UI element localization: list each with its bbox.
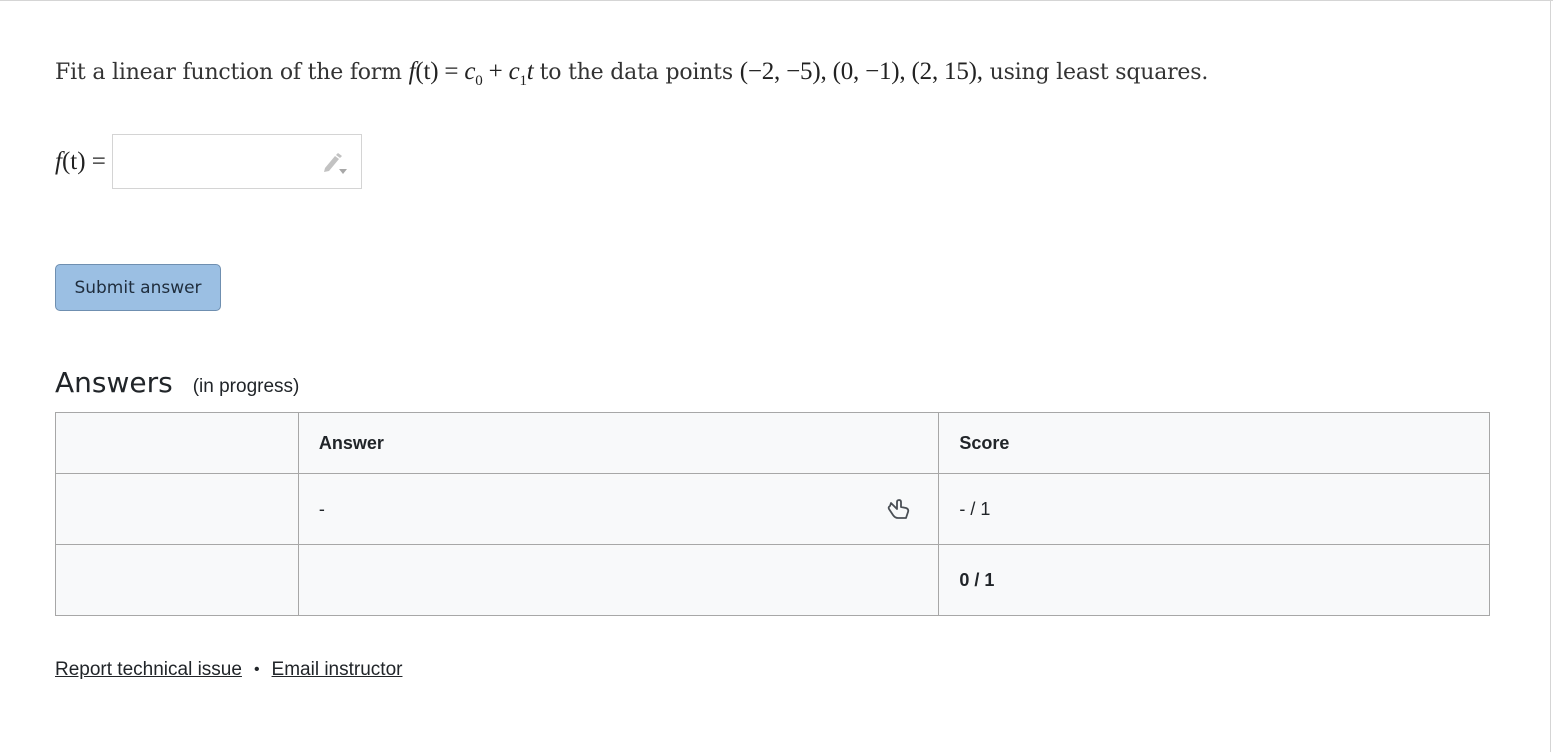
table-cell-total-score: 0 / 1 bbox=[938, 544, 1490, 616]
answers-title: Answers bbox=[55, 366, 173, 399]
formula-c1-t: t bbox=[526, 58, 534, 85]
frame-top-border bbox=[0, 0, 1553, 1]
table-header-blank bbox=[55, 412, 299, 474]
frame-right-border bbox=[1550, 0, 1551, 752]
report-technical-issue-link[interactable]: Report technical issue bbox=[55, 659, 242, 681]
table-cell-blank bbox=[55, 473, 299, 545]
question-middle: to the data points bbox=[539, 60, 734, 85]
answer-row: f(t) = bbox=[55, 134, 362, 189]
footer: Report technical issue • Email instructo… bbox=[55, 659, 402, 681]
footer-separator: • bbox=[253, 661, 260, 678]
hand-pointer-icon[interactable] bbox=[886, 496, 912, 522]
table-cell-blank bbox=[55, 544, 299, 616]
answers-table: Answer Score - - / 1 0 / 1 bbox=[55, 412, 1490, 616]
answer-label: f(t) = bbox=[55, 148, 106, 176]
answer-input[interactable] bbox=[111, 134, 362, 189]
table-header-answer: Answer bbox=[297, 412, 940, 474]
question-formula: f(t) = c0 + c1t bbox=[409, 58, 540, 89]
pencil-dropdown-icon[interactable] bbox=[321, 150, 349, 176]
answers-heading: Answers (in progress) bbox=[55, 366, 299, 399]
formula-eq: = bbox=[438, 58, 465, 85]
email-instructor-link[interactable]: Email instructor bbox=[272, 659, 403, 681]
table-row: 0 / 1 bbox=[55, 544, 1490, 616]
formula-plus: + bbox=[482, 58, 509, 85]
formula-c1-sub: 1 bbox=[519, 73, 527, 89]
table-row: - - / 1 bbox=[55, 473, 1490, 545]
question-points: (−2, −5), (0, −1), (2, 15), bbox=[739, 58, 983, 85]
formula-c1: c bbox=[508, 58, 520, 85]
formula-c0: c bbox=[464, 58, 476, 85]
table-header-score: Score bbox=[938, 412, 1490, 474]
table-cell-answer bbox=[297, 544, 940, 616]
formula-t: (t) bbox=[415, 58, 439, 85]
answer-value: - bbox=[318, 498, 325, 519]
table-header-row: Answer Score bbox=[55, 412, 1490, 474]
submit-answer-button[interactable]: Submit answer bbox=[55, 264, 221, 311]
question-prefix: Fit a linear function of the form bbox=[55, 60, 402, 85]
question-text: Fit a linear function of the form f(t) =… bbox=[55, 58, 1208, 90]
answers-status: (in progress) bbox=[192, 376, 300, 397]
question-suffix: using least squares. bbox=[989, 60, 1209, 85]
answer-label-rest: (t) = bbox=[61, 147, 106, 175]
formula-c0-sub: 0 bbox=[475, 73, 483, 89]
answer-label-f: f bbox=[55, 147, 62, 175]
table-cell-score: - / 1 bbox=[938, 473, 1490, 545]
table-cell-answer: - bbox=[297, 473, 940, 545]
